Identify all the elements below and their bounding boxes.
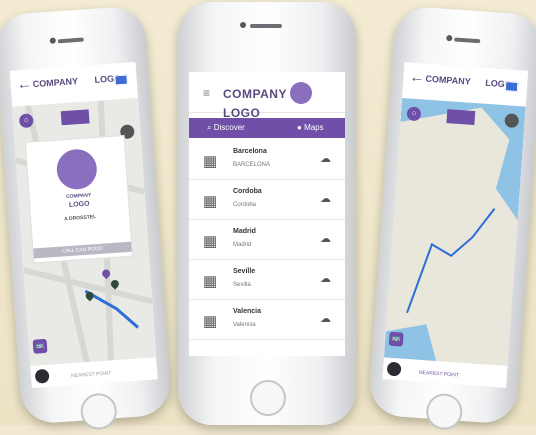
map-subtitle: Valencia	[233, 322, 256, 328]
map-icon: ▦	[203, 233, 218, 250]
transit-icon[interactable]: 🚌	[388, 331, 404, 347]
right-screen: ← COMPANY LOGO ⌂ 🚌 NEAREST POINT	[382, 62, 529, 388]
left-screen: ← COMPANY LOGO ⌂ COMPANY LOGO A DROSSTEL…	[9, 61, 158, 388]
logo-left-text: COMPANY	[32, 76, 79, 90]
map-subtitle: Cordoba	[233, 202, 257, 208]
back-arrow-icon[interactable]: ←	[409, 68, 425, 86]
download-icon[interactable]: ☁	[320, 152, 331, 165]
language-flag-icon[interactable]	[114, 74, 129, 86]
transit-icon[interactable]: 🚌	[32, 338, 48, 354]
list-item[interactable]: ▦ Valencia Valencia ☁	[189, 300, 345, 340]
speaker	[57, 37, 84, 44]
locate-icon[interactable]	[386, 361, 402, 377]
header: ≡ COMPANYLOGO	[189, 72, 345, 120]
language-flag-icon[interactable]	[504, 81, 519, 93]
nearest-point-button[interactable]: NEAREST POINT	[71, 370, 112, 379]
home-button[interactable]	[425, 392, 464, 431]
map-subtitle: Madrid	[233, 242, 252, 248]
map-title: Barcelona	[233, 148, 267, 155]
camera	[240, 22, 246, 28]
map-title: Madrid	[233, 228, 256, 235]
card-logo-icon	[55, 147, 99, 191]
map-title: Cordoba	[233, 188, 262, 195]
back-arrow-icon[interactable]: ←	[16, 75, 32, 93]
poi-card: COMPANY LOGO A DROSSTEL CALL CAN RODO	[24, 134, 134, 264]
locate-icon[interactable]	[34, 368, 50, 384]
download-icon[interactable]: ☁	[320, 192, 331, 205]
map-subtitle: Sevilla	[233, 282, 251, 288]
nearest-point-button[interactable]: NEAREST POINT	[419, 370, 460, 379]
camera	[49, 37, 56, 44]
map-subtitle: BARCELONA	[233, 162, 271, 168]
speaker	[454, 37, 481, 44]
map-icon: ▦	[203, 273, 218, 290]
camera	[446, 34, 453, 42]
maps-list: ▦ Barcelona BARCELONA ☁ ▦ Cordoba Cordob…	[189, 140, 345, 340]
tab-maps[interactable]: ● Maps	[297, 123, 324, 132]
download-icon[interactable]: ☁	[320, 272, 331, 285]
map-icon: ▦	[203, 153, 218, 170]
hamburger-icon[interactable]: ≡	[203, 86, 210, 100]
download-icon[interactable]: ☁	[320, 232, 331, 245]
speaker	[250, 24, 282, 28]
map-icon: ▦	[203, 193, 218, 210]
view-toggle[interactable]	[60, 109, 90, 126]
download-icon[interactable]: ☁	[320, 312, 331, 325]
center-screen: ≡ COMPANYLOGO ⌕ Discover ● Maps ▦ Barcel…	[189, 72, 345, 356]
logo-left-text: COMPANY	[425, 73, 472, 87]
center-phone: ≡ COMPANYLOGO ⌕ Discover ● Maps ▦ Barcel…	[178, 2, 356, 425]
tab-discover[interactable]: ⌕ Discover	[207, 123, 245, 133]
map-icon: ▦	[203, 313, 218, 330]
list-item[interactable]: ▦ Cordoba Cordoba ☁	[189, 180, 345, 220]
list-item[interactable]: ▦ Barcelona BARCELONA ☁	[189, 140, 345, 180]
right-phone: ← COMPANY LOGO ⌂ 🚌 NEAREST POINT	[367, 5, 536, 431]
map-title: Seville	[233, 268, 256, 275]
card-caption: A DROSSTEL	[64, 214, 97, 223]
card-button[interactable]: CALL CAN RODO	[33, 241, 132, 259]
list-item[interactable]: ▦ Madrid Madrid ☁	[189, 220, 345, 260]
tab-bar: ⌕ Discover ● Maps	[189, 118, 345, 138]
list-item[interactable]: ▦ Seville Sevilla ☁	[189, 260, 345, 300]
map-title: Valencia	[233, 308, 262, 315]
view-toggle[interactable]	[446, 109, 476, 126]
left-phone: ← COMPANY LOGO ⌂ COMPANY LOGO A DROSSTEL…	[0, 5, 173, 431]
home-button[interactable]	[250, 380, 286, 416]
company-logo: COMPANYLOGO	[223, 82, 345, 120]
